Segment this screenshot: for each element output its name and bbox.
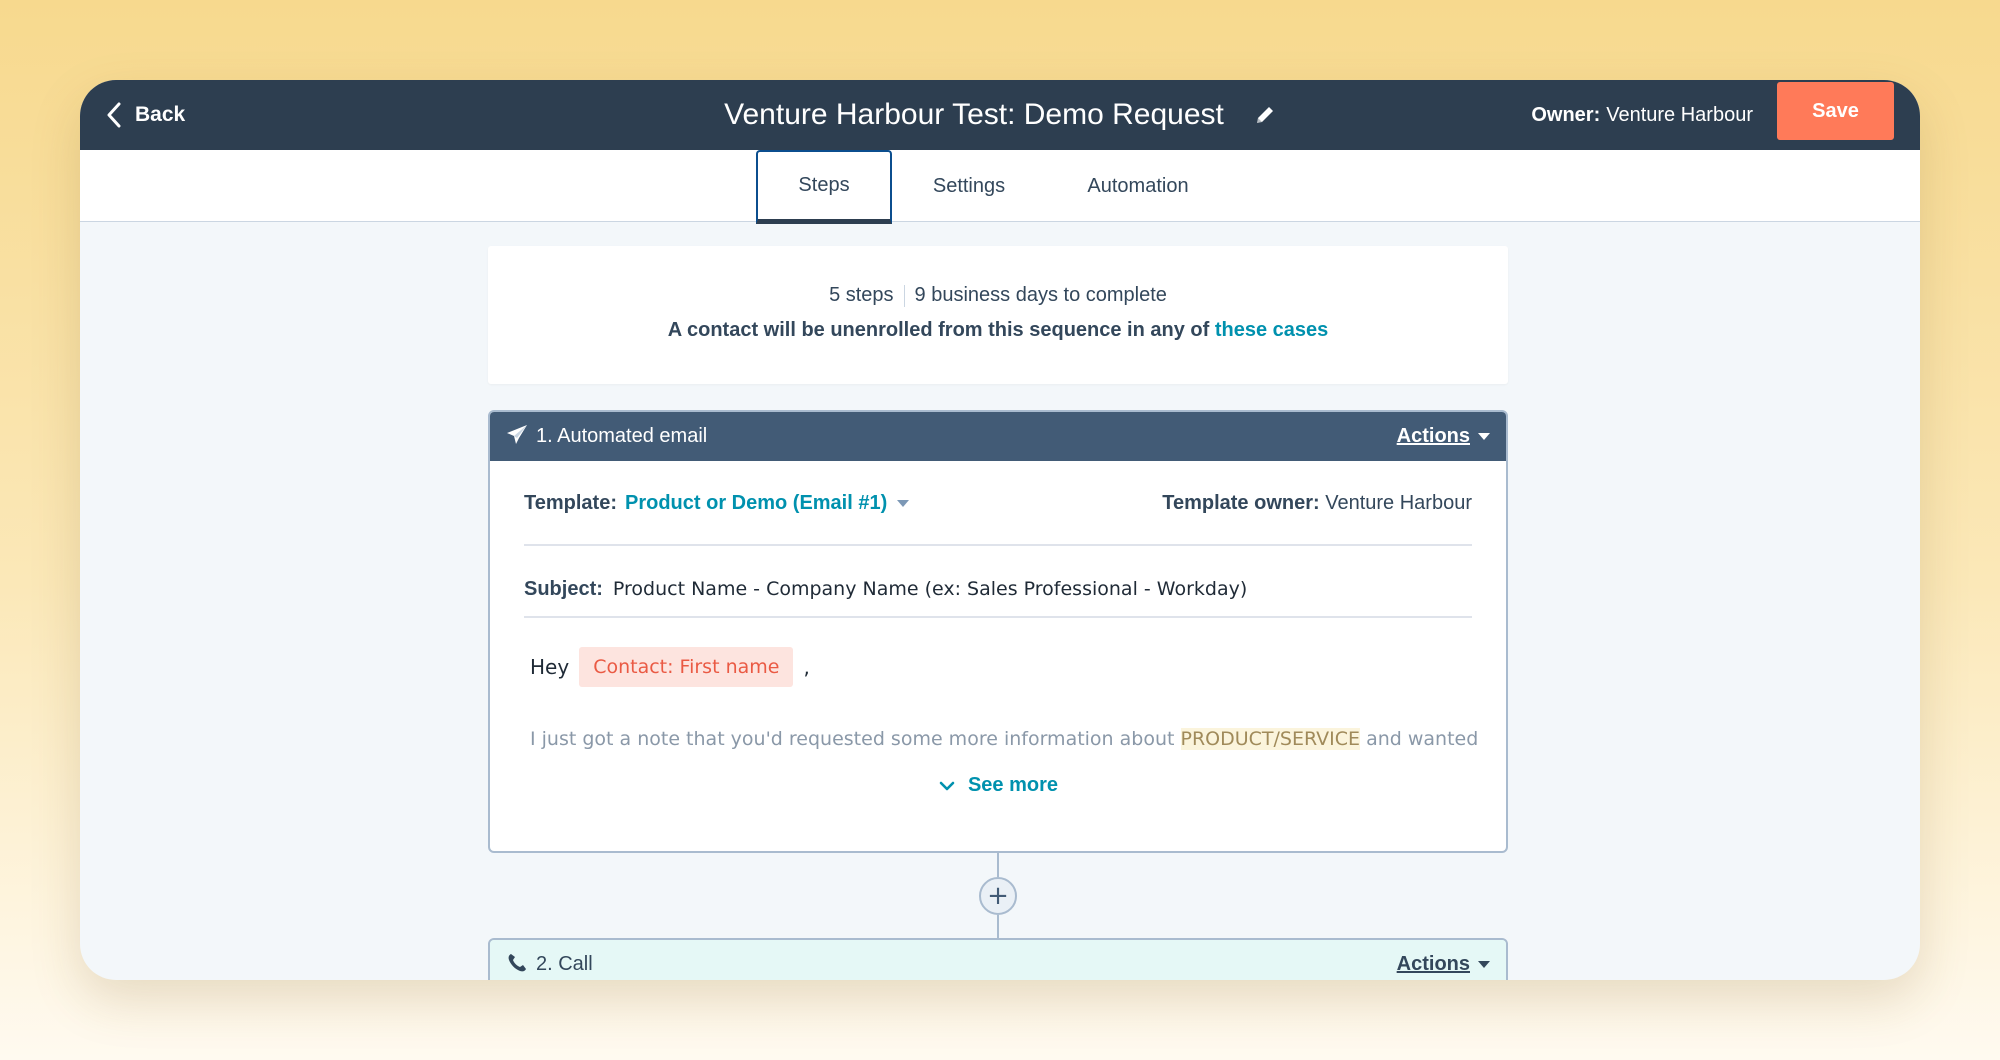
step-title: 2. Call (536, 953, 593, 975)
owner-value: Venture Harbour (1606, 103, 1753, 126)
actions-dropdown[interactable]: Actions (1397, 412, 1490, 461)
tab-steps[interactable]: Steps (756, 150, 892, 224)
tab-automation[interactable]: Automation (1058, 150, 1218, 222)
body-placeholder: PRODUCT/SERVICE (1180, 728, 1361, 750)
step-header: 2. Call Actions (490, 940, 1506, 980)
paper-plane-icon (507, 425, 527, 444)
see-more-label: See more (967, 774, 1059, 796)
step-call: 2. Call Actions (488, 938, 1508, 980)
top-bar: Back Venture Harbour Test: Demo Request … (80, 80, 1920, 150)
email-greeting: Hey Contact: First name , (530, 647, 810, 687)
sequence-summary: 5 steps 9 business days to complete A co… (488, 246, 1508, 384)
template-owner-label: Template owner: (1162, 492, 1320, 514)
unenroll-note: A contact will be unenrolled from this s… (488, 319, 1508, 342)
email-body-preview: I just got a note that you'd requested s… (530, 728, 1490, 750)
body-pre: I just got a note that you'd requested s… (530, 728, 1181, 750)
subject-row: Subject: Product Name - Company Name (ex:… (524, 560, 1472, 618)
step-automated-email: 1. Automated email Actions Template: Pro… (488, 410, 1508, 853)
template-value: Product or Demo (Email #1) (624, 492, 888, 514)
personalization-token[interactable]: Contact: First name (579, 647, 794, 687)
step-title: 1. Automated email (536, 425, 708, 447)
actions-label: Actions (1396, 953, 1470, 975)
pencil-icon[interactable] (1254, 104, 1276, 126)
tab-bar: Steps Settings Automation (80, 150, 1920, 224)
these-cases-link[interactable]: these cases (1215, 319, 1328, 341)
subject-label: Subject: (524, 578, 603, 600)
owner-info: Owner: Venture Harbour (1531, 80, 1753, 150)
unenroll-text: A contact will be unenrolled from this s… (667, 319, 1215, 341)
phone-icon (508, 954, 526, 972)
connector-line (997, 853, 999, 877)
greeting-comma: , (803, 655, 810, 679)
steps-count: 5 steps (829, 284, 894, 306)
actions-dropdown[interactable]: Actions (1397, 940, 1490, 980)
caret-down-icon (1478, 433, 1490, 440)
step-header: 1. Automated email Actions (490, 412, 1506, 461)
body-post: and wanted (1360, 728, 1479, 750)
greeting-text: Hey (530, 655, 570, 679)
duration: 9 business days to complete (914, 284, 1167, 306)
subject-value[interactable]: Product Name - Company Name (ex: Sales P… (613, 578, 1247, 600)
chevron-down-icon (939, 781, 955, 790)
caret-down-icon (1478, 961, 1490, 968)
template-row: Template: Product or Demo (Email #1) Tem… (524, 488, 1472, 546)
owner-label: Owner: (1531, 103, 1601, 126)
caret-down-icon (897, 500, 910, 507)
add-step-button[interactable]: + (979, 877, 1017, 915)
divider (903, 284, 905, 307)
connector-line (997, 915, 999, 938)
template-owner-value: Venture Harbour (1325, 492, 1472, 514)
summary-stats: 5 steps 9 business days to complete (488, 284, 1508, 307)
page-title: Venture Harbour Test: Demo Request (724, 98, 1224, 131)
actions-label: Actions (1396, 425, 1470, 447)
plus-icon: + (987, 881, 1009, 911)
template-label: Template: (524, 492, 617, 514)
tab-settings[interactable]: Settings (910, 150, 1028, 222)
see-more-button[interactable]: See more (490, 774, 1506, 797)
app-window: Back Venture Harbour Test: Demo Request … (80, 80, 1920, 980)
save-button[interactable]: Save (1777, 82, 1894, 140)
template-select[interactable]: Product or Demo (Email #1) (624, 492, 910, 515)
